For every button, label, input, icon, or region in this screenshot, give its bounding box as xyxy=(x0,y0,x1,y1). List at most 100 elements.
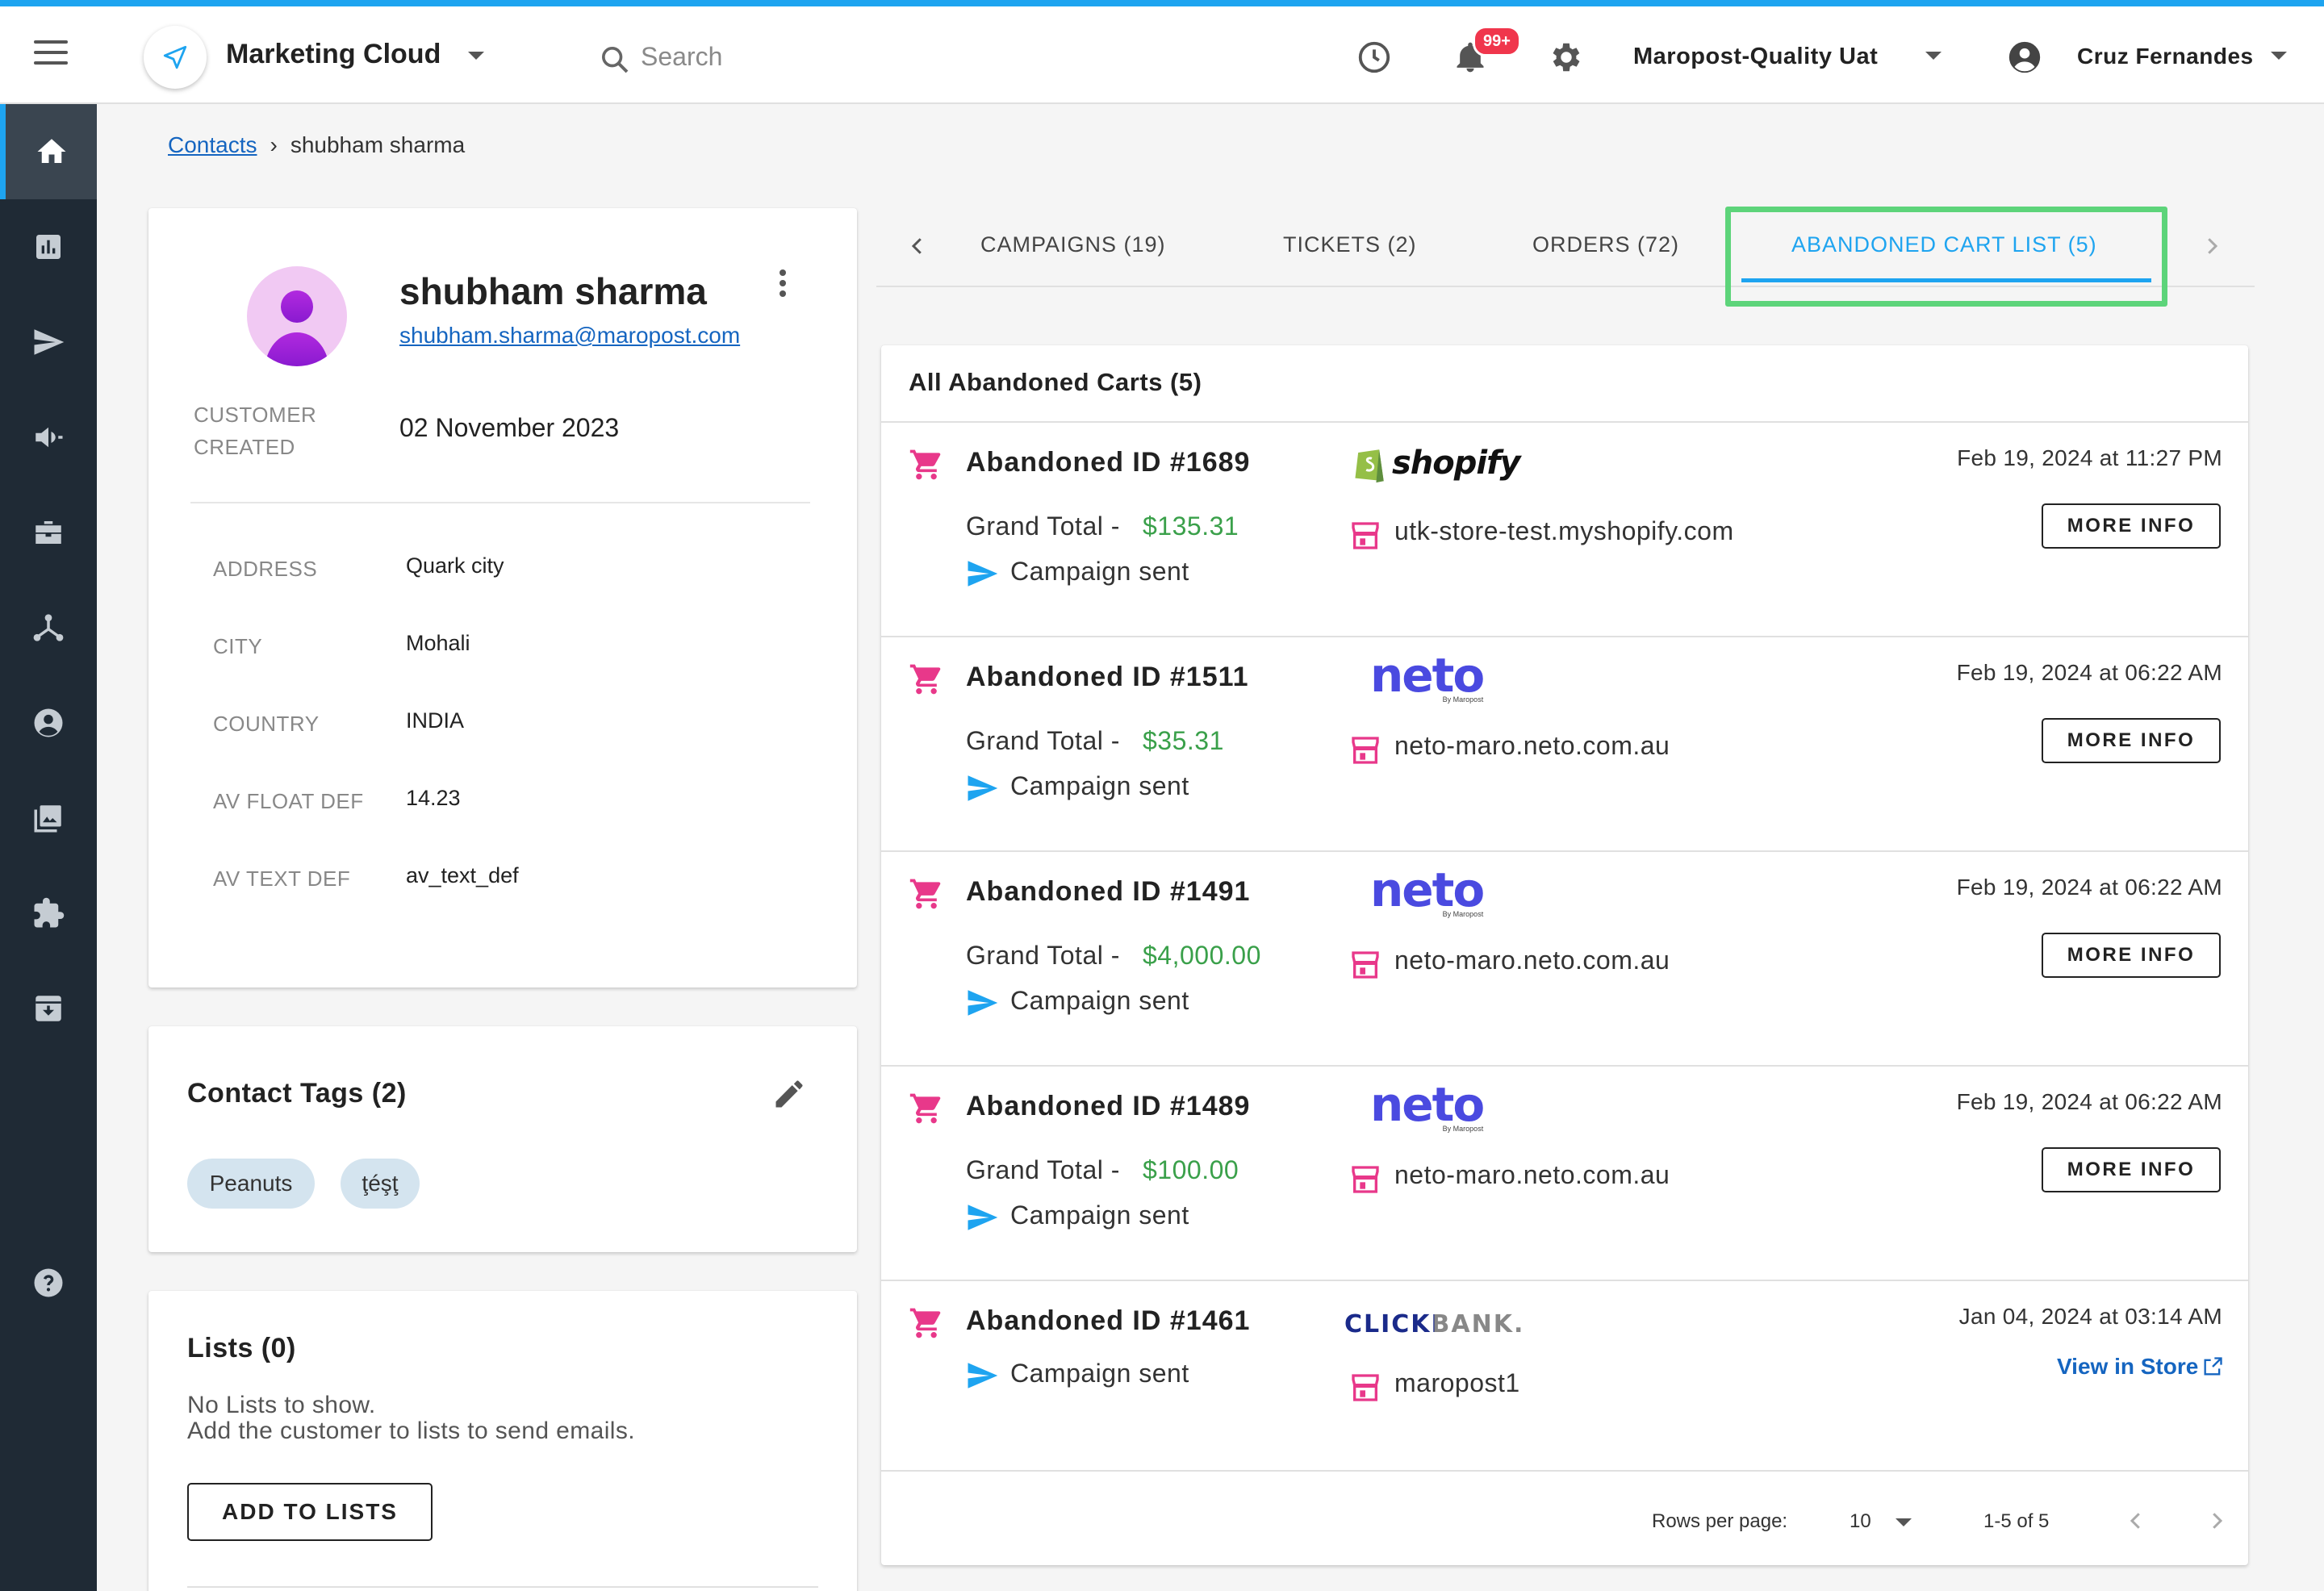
field-value-address: Quark city xyxy=(406,553,504,578)
integrations-icon xyxy=(34,897,65,928)
view-in-store-label: View in Store xyxy=(2057,1354,2199,1379)
tab-orders[interactable]: ORDERS (72) xyxy=(1532,232,1679,257)
cart-row: Abandoned ID #1491 Grand Total - $4,000.… xyxy=(881,852,2248,1067)
cart-date: Feb 19, 2024 at 06:22 AM xyxy=(1956,875,2222,900)
menu-icon[interactable] xyxy=(34,40,68,65)
store-icon xyxy=(1352,1374,1379,1401)
top-accent-bar xyxy=(0,0,2324,6)
more-info-button[interactable]: MORE INFO xyxy=(2042,933,2221,978)
next-page-chevron-icon[interactable] xyxy=(2205,1509,2229,1533)
shopping-cart-icon xyxy=(909,449,941,480)
store-icon xyxy=(1352,522,1379,549)
grand-total-value: $35.31 xyxy=(1143,726,1224,755)
more-info-button[interactable]: MORE INFO xyxy=(2042,503,2221,549)
breadcrumb-current: shubham sharma xyxy=(290,132,466,157)
archive-icon xyxy=(36,996,61,1021)
grand-total-label: Grand Total - xyxy=(966,1155,1120,1184)
org-name[interactable]: Maropost-Quality Uat xyxy=(1633,44,1878,70)
sidebar-item-home[interactable] xyxy=(0,104,97,199)
lists-divider xyxy=(187,1586,818,1588)
app-logo-icon[interactable] xyxy=(144,26,207,89)
sidebar-item-reports[interactable] xyxy=(0,199,97,294)
contact-email-link[interactable]: shubham.sharma@maropost.com xyxy=(399,323,740,349)
customer-created-label-line2: CREATED xyxy=(194,435,295,459)
abandoned-carts-card: All Abandoned Carts (5) Abandoned ID #16… xyxy=(881,345,2248,1565)
campaign-sent-label: Campaign sent xyxy=(1010,986,1189,1015)
rows-per-page-select[interactable]: 10 xyxy=(1850,1510,1871,1533)
more-options-icon[interactable] xyxy=(775,269,791,301)
org-chevron-down-icon[interactable] xyxy=(1925,52,1942,60)
shopping-cart-icon xyxy=(909,1093,941,1124)
sidebar-item-campaigns[interactable] xyxy=(0,390,97,485)
contact-tags-card: Contact Tags (2) Peanuts ţéşţ xyxy=(148,1026,857,1252)
sidebar-item-help[interactable] xyxy=(0,1235,97,1330)
sidebar-item-business[interactable] xyxy=(0,485,97,580)
add-to-lists-button[interactable]: ADD TO LISTS xyxy=(187,1483,433,1541)
app-switcher-chevron-down-icon[interactable] xyxy=(468,52,484,60)
cart-date: Feb 19, 2024 at 11:27 PM xyxy=(1957,445,2222,470)
edit-pencil-icon[interactable] xyxy=(771,1076,807,1112)
cart-id: Abandoned ID #1461 xyxy=(966,1305,1251,1336)
contact-tags-title: Contact Tags (2) xyxy=(187,1078,407,1109)
help-icon xyxy=(34,1268,63,1297)
campaign-sent-icon xyxy=(968,561,998,587)
campaign-sent-icon xyxy=(968,1205,998,1230)
search-input[interactable] xyxy=(641,39,963,74)
user-chevron-down-icon[interactable] xyxy=(2271,52,2287,60)
tab-campaigns[interactable]: CAMPAIGNS (19) xyxy=(980,232,1166,257)
profile-divider xyxy=(190,502,810,503)
store-icon xyxy=(1352,951,1379,979)
clickbank-logo: CLICKBANK. xyxy=(1344,1310,1524,1338)
sidebar-item-integrations[interactable] xyxy=(0,866,97,961)
campaign-sent-icon xyxy=(968,775,998,801)
user-name[interactable]: Cruz Fernandes xyxy=(2077,44,2254,69)
neto-logo: neto By Maropost xyxy=(1370,652,1485,704)
journey-icon xyxy=(33,614,64,641)
cart-row: Abandoned ID #1689 Grand Total - $135.31… xyxy=(881,423,2248,637)
store-name: neto-maro.neto.com.au xyxy=(1394,1160,1670,1189)
top-bar: Marketing Cloud 99+ Maropost-Quality Uat… xyxy=(0,6,2324,104)
profile-card: shubham sharma shubham.sharma@maropost.c… xyxy=(148,208,857,988)
avatar xyxy=(247,266,347,366)
lists-card: Lists (0) No Lists to show. Add the cust… xyxy=(148,1291,857,1591)
lists-empty-line1: No Lists to show. xyxy=(187,1392,376,1418)
cart-date: Feb 19, 2024 at 06:22 AM xyxy=(1956,1089,2222,1114)
breadcrumb-contacts-link[interactable]: Contacts xyxy=(168,132,257,158)
app-name[interactable]: Marketing Cloud xyxy=(226,39,441,70)
campaign-sent-label: Campaign sent xyxy=(1010,1201,1189,1230)
sidebar-item-archive[interactable] xyxy=(0,961,97,1056)
tab-tickets[interactable]: TICKETS (2) xyxy=(1283,232,1417,257)
grand-total-value: $135.31 xyxy=(1143,512,1239,541)
tabs-scroll-right-chevron-icon[interactable] xyxy=(2200,234,2224,258)
previous-page-chevron-icon[interactable] xyxy=(2124,1509,2148,1533)
more-info-button[interactable]: MORE INFO xyxy=(2042,1147,2221,1192)
more-info-button[interactable]: MORE INFO xyxy=(2042,718,2221,763)
cart-row: Abandoned ID #1511 Grand Total - $35.31 … xyxy=(881,637,2248,852)
cart-id: Abandoned ID #1511 xyxy=(966,662,1249,692)
field-label-address: ADDRESS xyxy=(213,557,318,581)
sidebar-item-contacts[interactable] xyxy=(0,675,97,770)
lists-empty-line2: Add the customer to lists to send emails… xyxy=(187,1418,635,1444)
sidebar-item-gallery[interactable] xyxy=(0,770,97,866)
field-label-av-float-def: AV FLOAT DEF xyxy=(213,789,364,813)
field-value-av-float-def: 14.23 xyxy=(406,786,461,810)
breadcrumb: Contacts › shubham sharma xyxy=(168,132,465,158)
contact-name: shubham sharma xyxy=(399,270,707,312)
view-in-store-link[interactable]: View in Store xyxy=(2057,1354,2224,1380)
store-name: utk-store-test.myshopify.com xyxy=(1394,516,1734,545)
rows-per-page-chevron-down-icon[interactable] xyxy=(1896,1518,1912,1526)
sidebar-item-journeys[interactable] xyxy=(0,580,97,675)
store-icon xyxy=(1352,1166,1379,1193)
history-clock-icon[interactable] xyxy=(1356,39,1393,76)
platform-label: CLICKBANK. xyxy=(1344,1310,1525,1338)
sidebar-item-send[interactable] xyxy=(0,294,97,390)
gear-icon[interactable] xyxy=(1548,39,1585,76)
lists-empty-message: No Lists to show. Add the customer to li… xyxy=(187,1393,635,1444)
tag-chip[interactable]: Peanuts xyxy=(187,1159,315,1209)
cart-date: Jan 04, 2024 at 03:14 AM xyxy=(1958,1304,2222,1329)
tag-chip[interactable]: ţéşţ xyxy=(341,1159,420,1209)
lists-title: Lists (0) xyxy=(187,1333,296,1363)
tabs-scroll-left-chevron-icon[interactable] xyxy=(905,234,930,258)
account-circle-icon[interactable] xyxy=(2006,39,2043,76)
breadcrumb-separator: › xyxy=(270,132,278,157)
